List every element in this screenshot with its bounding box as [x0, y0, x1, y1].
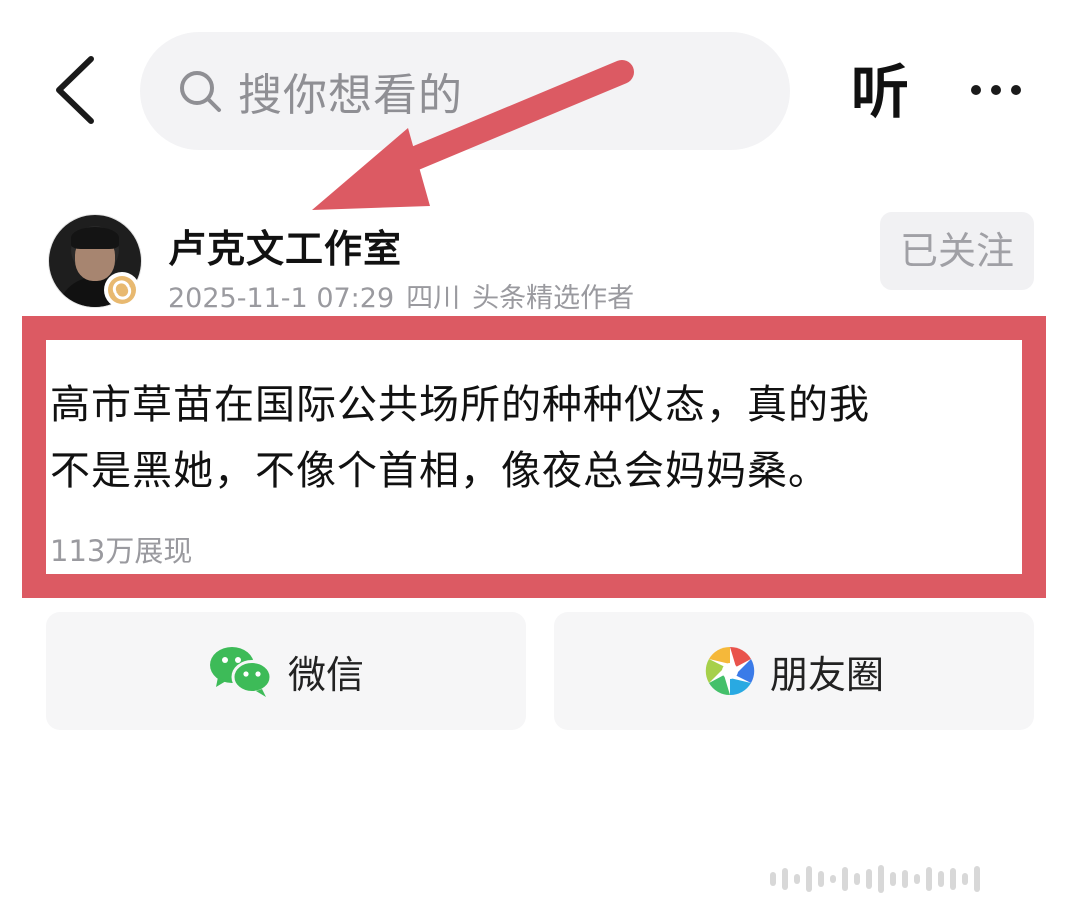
post-text-line: 高市草苗在国际公共场所的种种仪态，真的我	[50, 382, 870, 428]
back-button[interactable]	[40, 50, 110, 130]
search-bar[interactable]: 搜你想看的	[140, 32, 790, 150]
share-wechat-label: 微信	[287, 652, 364, 697]
post-meta: 2025-11-1 07:29 四川 头条精选作者	[168, 276, 646, 315]
chevron-left-icon	[56, 56, 94, 124]
moments-icon	[705, 646, 755, 696]
author-name[interactable]: 卢克文工作室	[168, 218, 402, 273]
verified-badge-icon	[104, 272, 140, 308]
post-date: 2025-11-1 07:29	[168, 283, 395, 314]
view-count: 113万展现	[50, 534, 193, 568]
share-wechat-button[interactable]: 微信	[46, 612, 526, 730]
blurred-watermark	[770, 862, 1060, 896]
more-dot-icon	[971, 85, 981, 95]
listen-button[interactable]: 听	[840, 52, 920, 132]
author-tag: 头条精选作者	[472, 283, 635, 314]
post-location: 四川	[406, 283, 461, 314]
wechat-icon	[209, 647, 273, 697]
share-moments-label: 朋友圈	[769, 652, 884, 697]
post-text: 高市草苗在国际公共场所的种种仪态，真的我 不是黑她，不像个首相，像夜总会妈妈桑。	[50, 372, 1030, 504]
search-icon	[176, 67, 224, 115]
avatar-hair	[71, 227, 119, 249]
more-dot-icon	[991, 85, 1001, 95]
more-options-button[interactable]	[956, 60, 1036, 120]
post-text-line: 不是黑她，不像个首相，像夜总会妈妈桑。	[50, 448, 829, 494]
search-placeholder: 搜你想看的	[238, 70, 463, 121]
more-dot-icon	[1011, 85, 1021, 95]
share-moments-button[interactable]: 朋友圈	[554, 612, 1034, 730]
follow-button[interactable]: 已关注	[880, 212, 1034, 290]
